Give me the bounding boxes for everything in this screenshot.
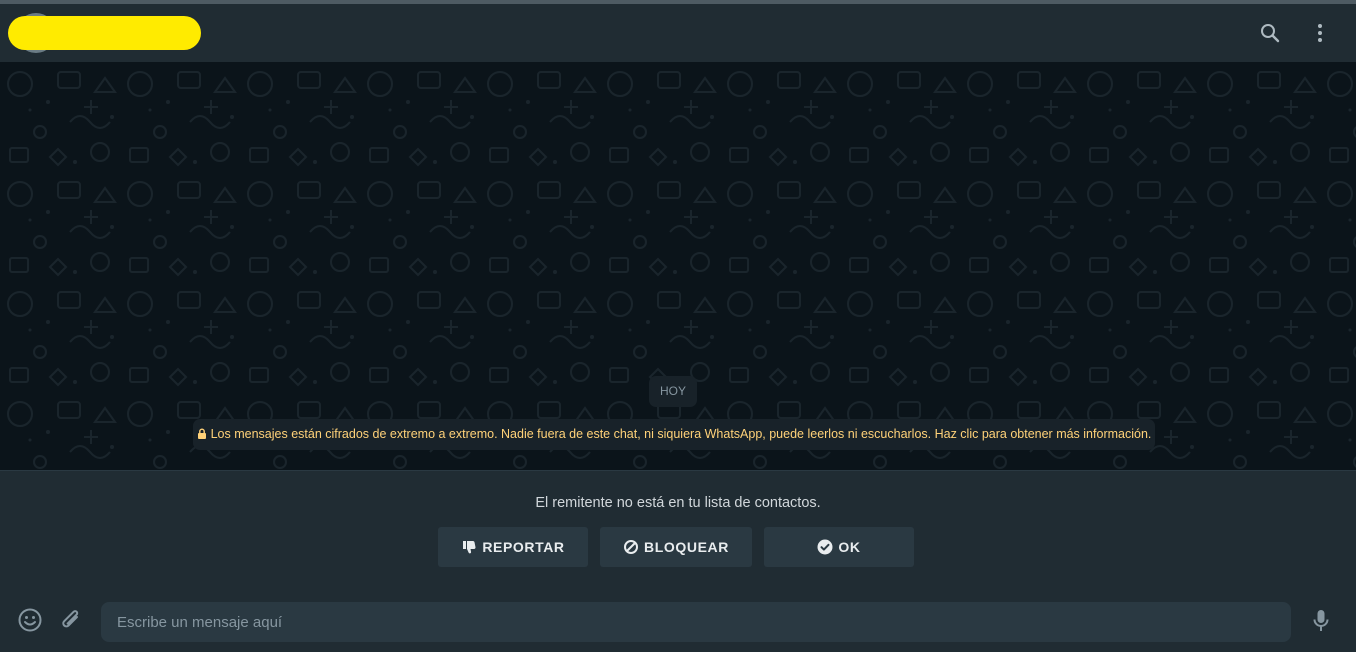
unknown-sender-panel: El remitente no está en tu lista de cont… (0, 470, 1356, 587)
message-composer (0, 586, 1356, 652)
attach-icon[interactable] (58, 607, 84, 633)
report-label: REPORTAR (482, 539, 565, 555)
report-button[interactable]: REPORTAR (438, 527, 588, 567)
ok-label: OK (838, 539, 861, 555)
date-divider: HOY (649, 376, 697, 407)
ok-button[interactable]: OK (764, 527, 914, 567)
unknown-sender-message: El remitente no está en tu lista de cont… (535, 495, 821, 511)
encryption-notice-text: Los mensajes están cifrados de extremo a… (210, 427, 1152, 441)
lock-icon (197, 428, 207, 439)
menu-kebab-icon[interactable] (1308, 21, 1332, 45)
chat-header (0, 4, 1356, 62)
block-button[interactable]: BLOQUEAR (600, 527, 752, 567)
block-label: BLOQUEAR (644, 539, 729, 555)
thumbs-down-icon (461, 539, 477, 555)
block-icon (623, 539, 639, 555)
emoji-icon[interactable] (17, 607, 43, 633)
doodle-background (0, 62, 1356, 470)
encryption-notice[interactable]: Los mensajes están cifrados de extremo a… (193, 419, 1155, 450)
microphone-icon[interactable] (1308, 607, 1334, 633)
redacted-contact-name[interactable] (8, 16, 201, 50)
check-circle-icon (817, 539, 833, 555)
chat-area[interactable]: HOY Los mensajes están cifrados de extre… (0, 62, 1356, 470)
message-input[interactable] (101, 602, 1291, 642)
search-icon[interactable] (1258, 21, 1282, 45)
